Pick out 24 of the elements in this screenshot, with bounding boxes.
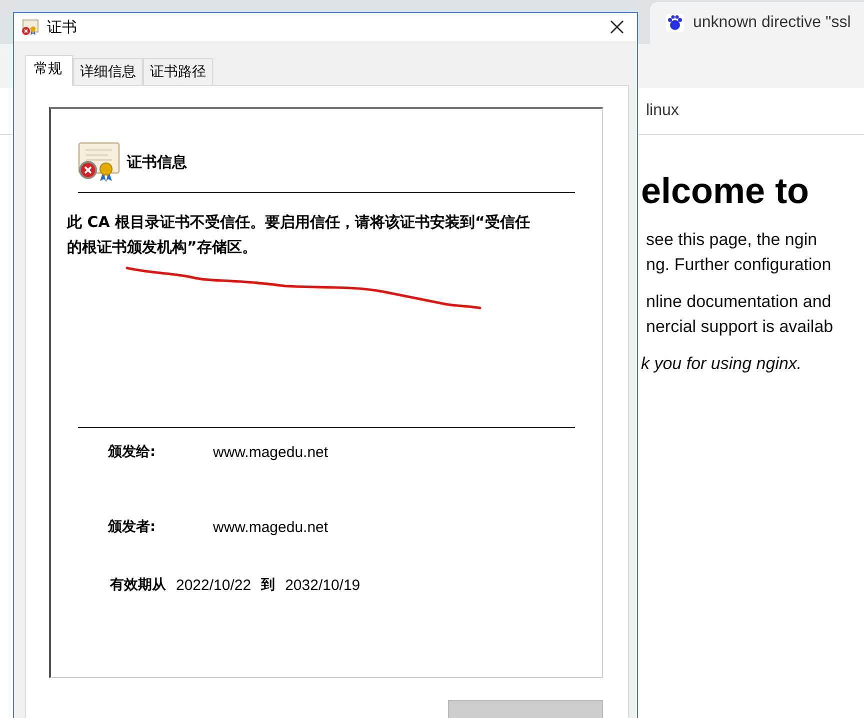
bookmark-link[interactable]: linux bbox=[646, 102, 679, 120]
paragraph-text: nline documentation and nercial support is availab bbox=[646, 291, 834, 338]
tab[interactable]: 详细信息 bbox=[73, 58, 143, 86]
field-label: 颁发给: bbox=[106, 443, 157, 461]
tab[interactable]: 证书路径 bbox=[143, 58, 213, 86]
field-label: 有效期从 bbox=[110, 576, 166, 594]
warning-text: 此 CA 根目录证书不受信任。要启用信任，请将该证书安装到“受信任的根证书颁发机构”存储区。 bbox=[67, 212, 531, 258]
date-value: 2022/10/22 bbox=[176, 576, 252, 594]
certificate-icon bbox=[21, 18, 39, 36]
paragraph-text: see this page, the ngin ng. Further configuration bbox=[646, 229, 832, 276]
field-value: www.magedu.net bbox=[213, 444, 328, 460]
certificate-error-icon bbox=[78, 142, 122, 182]
paw-icon bbox=[666, 14, 684, 32]
date-value: 2032/10/19 bbox=[285, 576, 360, 594]
field-label: 颁发者: bbox=[106, 518, 157, 536]
browser-tab[interactable]: unknown directive "ssl bbox=[650, 2, 864, 44]
field-value: www.magedu.net bbox=[213, 518, 328, 536]
field-label: 到 bbox=[261, 576, 276, 594]
window-title: 证书 bbox=[47, 18, 78, 36]
page-heading: elcome to bbox=[641, 169, 810, 213]
section-heading: 证书信息 bbox=[127, 152, 187, 172]
tab[interactable]: 常规 bbox=[25, 55, 73, 86]
closing-text: k you for using nginx. bbox=[641, 353, 803, 375]
close-icon[interactable] bbox=[609, 19, 625, 35]
